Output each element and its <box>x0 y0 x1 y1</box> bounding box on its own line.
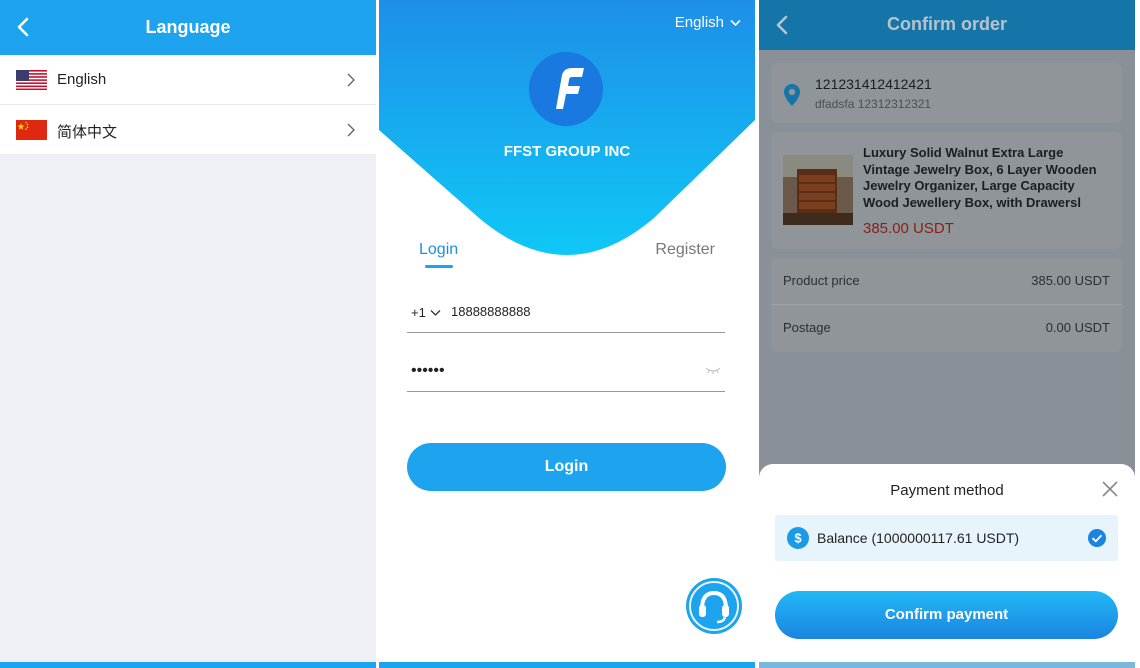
bottom-bar <box>0 662 376 668</box>
login-screen: English FFST GROUP INC Login Register +1 <box>379 0 755 668</box>
svg-text:$: $ <box>794 531 802 546</box>
summary-row: Postage 0.00 USDT <box>771 305 1122 352</box>
panel-divider <box>1135 0 1140 668</box>
language-item-english[interactable]: English <box>0 55 376 105</box>
language-screen: Language English 简体中文 <box>0 0 376 668</box>
panel-divider <box>376 0 379 668</box>
screens-composite: Language English 简体中文 English FFST GROUP… <box>0 0 1140 668</box>
shipping-address-card[interactable]: 121231412412421 dfadsfa 12312312321 <box>771 63 1122 123</box>
confirm-payment-button[interactable]: Confirm payment <box>775 591 1118 639</box>
summary-value: 0.00 USDT <box>1045 320 1110 335</box>
brand-name: FFST GROUP INC <box>503 143 631 160</box>
payment-method-sheet: Payment method $ Balance (1000000117.61 … <box>759 464 1135 668</box>
checkmark-icon <box>1088 529 1106 547</box>
password-input[interactable] <box>411 362 671 380</box>
recipient-name: 121231412412421 <box>815 76 932 92</box>
hero-background <box>379 0 755 255</box>
confirm-header: Confirm order <box>759 0 1135 50</box>
sheet-title: Payment method <box>890 482 1004 499</box>
language-selector[interactable]: English <box>675 14 741 31</box>
location-pin-icon <box>784 84 800 106</box>
password-field <box>407 352 725 392</box>
panel-divider <box>755 0 759 668</box>
customer-support-icon[interactable] <box>686 578 742 634</box>
confirm-order-screen: Confirm order 121231412412421 dfadsfa 12… <box>759 0 1135 668</box>
summary-row: Product price 385.00 USDT <box>771 258 1122 305</box>
close-icon[interactable] <box>1101 480 1119 498</box>
tab-login-label: Login <box>419 241 459 258</box>
us-flag-icon <box>16 70 47 90</box>
language-label: English <box>57 71 107 88</box>
dollar-coin-icon: $ <box>787 527 809 549</box>
chevron-down-icon <box>730 19 741 26</box>
payment-option-balance[interactable]: $ Balance (1000000117.61 USDT) <box>775 515 1118 561</box>
chevron-right-icon <box>347 123 355 137</box>
tab-login[interactable]: Login <box>419 241 459 268</box>
phone-field: +1 <box>407 293 725 333</box>
eye-closed-icon[interactable] <box>705 365 721 375</box>
brand-logo-icon <box>529 52 603 126</box>
bottom-bar <box>379 662 755 668</box>
country-code-select[interactable]: +1 <box>411 305 441 320</box>
language-header: Language <box>0 0 376 55</box>
login-button[interactable]: Login <box>407 443 726 491</box>
language-selector-label: English <box>674 14 724 31</box>
chevron-right-icon <box>347 73 355 87</box>
summary-label: Product price <box>783 273 860 288</box>
bottom-bar <box>759 662 1135 668</box>
recipient-detail: dfadsfa 12312312321 <box>815 97 932 111</box>
country-code-value: +1 <box>411 305 426 320</box>
product-price: 385.00 USDT <box>863 220 954 237</box>
chevron-down-icon <box>430 309 441 316</box>
order-summary: Product price 385.00 USDT Postage 0.00 U… <box>771 258 1122 352</box>
tab-register-label: Register <box>655 241 715 258</box>
phone-input[interactable] <box>451 304 711 319</box>
summary-label: Postage <box>783 320 831 335</box>
tab-register[interactable]: Register <box>655 241 715 259</box>
language-label: 简体中文 <box>57 124 118 141</box>
payment-option-label: Balance (1000000117.61 USDT) <box>817 530 1020 546</box>
product-name: Luxury Solid Walnut Extra Large Vintage … <box>863 145 1097 210</box>
language-item-chinese[interactable]: 简体中文 <box>0 105 376 155</box>
page-title: Language <box>145 17 231 37</box>
product-image <box>783 155 853 225</box>
page-title: Confirm order <box>886 14 1007 34</box>
product-card: Luxury Solid Walnut Extra Large Vintage … <box>771 132 1122 249</box>
summary-value: 385.00 USDT <box>1031 273 1110 288</box>
active-tab-indicator <box>425 265 453 268</box>
cn-flag-icon <box>16 120 47 140</box>
